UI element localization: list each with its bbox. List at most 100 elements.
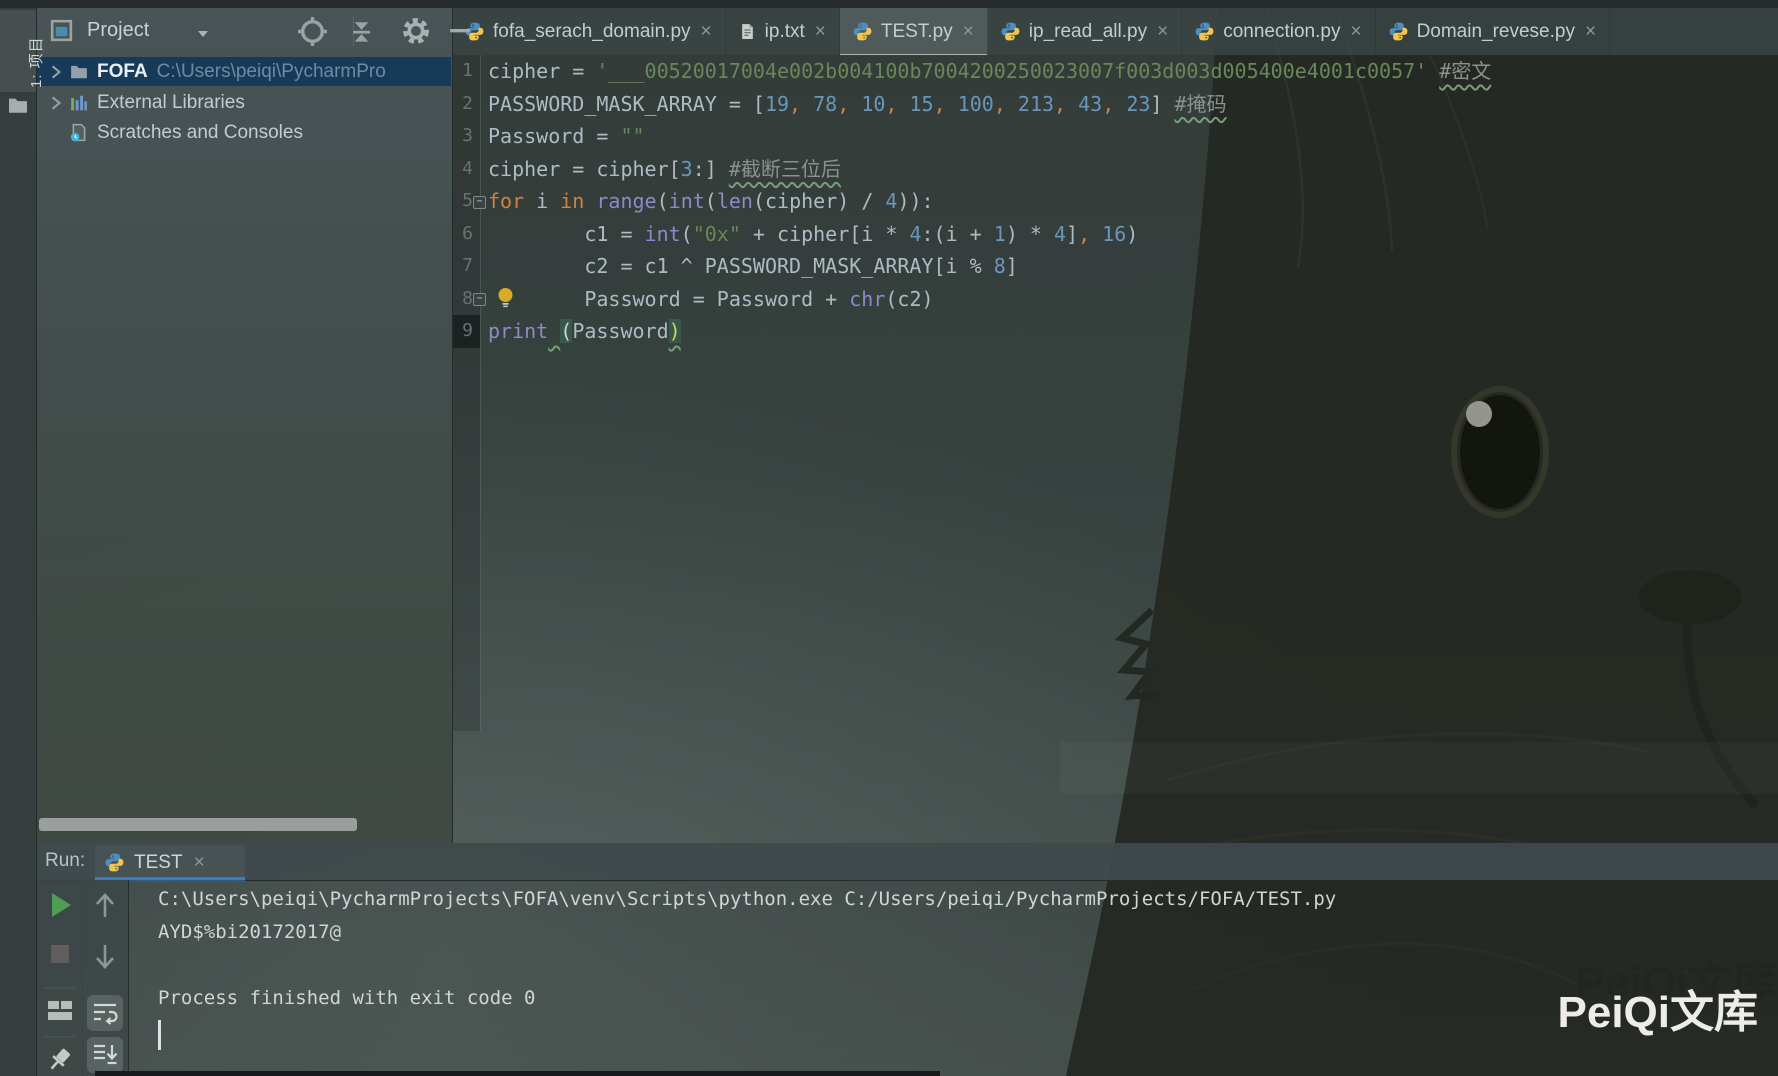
close-icon[interactable]: ×: [194, 852, 205, 874]
code-line[interactable]: 3Password = "": [452, 120, 1778, 153]
tree-item-external-libraries[interactable]: External Libraries: [36, 88, 451, 117]
window-top-edge: [0, 0, 1778, 8]
chevron-down-icon[interactable]: [196, 29, 210, 39]
console-line: AYD$%bi20172017@: [158, 916, 1778, 949]
tree-item-fofa[interactable]: FOFA C:\Users\peiqi\PycharmPro: [36, 57, 451, 86]
left-tool-strip: 1: 项目: [0, 8, 37, 1076]
code-line[interactable]: 2PASSWORD_MASK_ARRAY = [19, 78, 10, 15, …: [452, 88, 1778, 121]
code-text: cipher = cipher[3:] #截断三位后: [480, 153, 1778, 186]
code-editor[interactable]: 1cipher = '___00520017004e002b004100b700…: [452, 55, 1778, 843]
pin-tab-button[interactable]: [47, 1046, 73, 1074]
tool-tab-label: 1: 项目: [25, 36, 46, 88]
run-tab-test[interactable]: TEST ×: [95, 845, 245, 880]
python-file-icon: [1195, 22, 1214, 41]
tab-test-py[interactable]: TEST.py ×: [840, 8, 988, 55]
python-file-icon: [1389, 22, 1408, 41]
close-icon[interactable]: ×: [963, 21, 974, 43]
tree-item-label: Scratches and Consoles: [97, 122, 303, 144]
line-number[interactable]: 4: [452, 153, 480, 186]
run-tab-label: TEST: [134, 852, 183, 874]
close-icon[interactable]: ×: [1585, 21, 1596, 43]
tab-ip-txt[interactable]: ip.txt ×: [726, 8, 840, 55]
tab-label: fofa_serach_domain.py: [493, 21, 691, 43]
locate-file-icon[interactable]: [298, 17, 327, 46]
project-panel-title[interactable]: Project: [87, 19, 149, 42]
toolbar-separator: [43, 1035, 75, 1039]
tree-item-label: External Libraries: [97, 92, 245, 114]
close-icon[interactable]: ×: [1157, 21, 1168, 43]
code-text: cipher = '___00520017004e002b004100b7004…: [480, 55, 1778, 88]
python-file-icon: [105, 853, 124, 872]
console-caret: [158, 1020, 161, 1050]
chevron-right-icon[interactable]: [48, 95, 64, 111]
code-text: c2 = c1 ^ PASSWORD_MASK_ARRAY[i % 8]: [480, 250, 1778, 283]
code-line[interactable]: 9print (Password): [452, 315, 1778, 348]
folder-icon[interactable]: [7, 96, 29, 114]
line-number[interactable]: 1: [452, 55, 480, 88]
project-panel-header: Project: [36, 8, 452, 55]
tree-item-label: FOFA: [97, 61, 148, 83]
fold-marker[interactable]: [473, 196, 486, 209]
tab-label: ip.txt: [765, 21, 805, 43]
gear-icon[interactable]: [401, 16, 431, 46]
scratches-icon: [70, 123, 88, 142]
tree-item-path: C:\Users\peiqi\PycharmPro: [157, 61, 386, 83]
code-text: c1 = int("0x" + cipher[i * 4:(i + 1) * 4…: [480, 218, 1778, 251]
console-line: C:\Users\peiqi\PycharmProjects\FOFA\venv…: [158, 883, 1778, 916]
libraries-icon: [70, 93, 88, 112]
chevron-right-icon[interactable]: [48, 64, 64, 80]
project-horizontal-scrollbar[interactable]: [39, 818, 357, 831]
tab-label: ip_read_all.py: [1029, 21, 1147, 43]
console-line: Process finished with exit code 0: [158, 982, 1778, 1015]
line-number[interactable]: 2: [452, 88, 480, 121]
run-panel: Run: TEST ×: [0, 843, 1778, 1076]
run-console[interactable]: C:\Users\peiqi\PycharmProjects\FOFA\venv…: [128, 880, 1778, 1076]
tab-label: connection.py: [1223, 21, 1340, 43]
line-number[interactable]: 9: [452, 315, 480, 348]
console-line: [158, 949, 1778, 982]
run-label: Run:: [45, 850, 85, 872]
code-line[interactable]: 4cipher = cipher[3:] #截断三位后: [452, 153, 1778, 186]
down-the-stack-trace-button[interactable]: [93, 943, 117, 971]
close-icon[interactable]: ×: [701, 21, 712, 43]
soft-wrap-icon: [92, 1001, 118, 1025]
code-line[interactable]: 7 c2 = c1 ^ PASSWORD_MASK_ARRAY[i % 8]: [452, 250, 1778, 283]
line-number[interactable]: 6: [452, 218, 480, 251]
pycharm-window: 1: 项目 Project: [0, 0, 1778, 1076]
tab-label: TEST.py: [881, 21, 953, 43]
header-separator: [353, 16, 354, 46]
text-file-icon: [739, 22, 756, 41]
code-line[interactable]: 5for i in range(int(len(cipher) / 4)):: [452, 185, 1778, 218]
line-number[interactable]: 7: [452, 250, 480, 283]
taskbar-edge: [95, 1071, 940, 1076]
code-lines: 1cipher = '___00520017004e002b004100b700…: [452, 55, 1778, 348]
rerun-button[interactable]: [49, 891, 73, 919]
run-panel-header: Run: TEST ×: [36, 843, 1778, 881]
project-view-icon: [50, 19, 73, 42]
tab-fofa-serach-domain[interactable]: fofa_serach_domain.py ×: [452, 8, 726, 55]
line-number[interactable]: 3: [452, 120, 480, 153]
close-icon[interactable]: ×: [1350, 21, 1361, 43]
console-output: C:\Users\peiqi\PycharmProjects\FOFA\venv…: [158, 883, 1778, 1015]
code-line[interactable]: 1cipher = '___00520017004e002b004100b700…: [452, 55, 1778, 88]
restore-layout-button[interactable]: [47, 1000, 73, 1022]
tab-domain-revese[interactable]: Domain_revese.py ×: [1376, 8, 1611, 55]
watermark: PeiQi文库: [1558, 976, 1759, 1040]
tool-window-tab-project[interactable]: 1: 项目: [0, 10, 36, 92]
stop-button[interactable]: [49, 943, 71, 965]
code-line[interactable]: 8 Password = Password + chr(c2): [452, 283, 1778, 316]
intention-bulb-icon[interactable]: [496, 287, 515, 308]
code-line[interactable]: 6 c1 = int("0x" + cipher[i * 4:(i + 1) *…: [452, 218, 1778, 251]
tab-ip-read-all[interactable]: ip_read_all.py ×: [988, 8, 1182, 55]
tab-connection[interactable]: connection.py ×: [1182, 8, 1375, 55]
close-icon[interactable]: ×: [815, 21, 826, 43]
tree-item-scratches[interactable]: Scratches and Consoles: [36, 118, 451, 147]
hide-panel-icon[interactable]: [448, 28, 472, 34]
toolbar-separator: [43, 986, 75, 990]
fold-end-marker[interactable]: [473, 293, 486, 306]
code-text: Password = Password + chr(c2): [480, 283, 1778, 316]
up-the-stack-trace-button[interactable]: [93, 891, 117, 919]
python-file-icon: [1001, 22, 1020, 41]
code-text: for i in range(int(len(cipher) / 4)):: [480, 185, 1778, 218]
editor-tab-bar: fofa_serach_domain.py × ip.txt × TEST.py…: [452, 8, 1778, 55]
